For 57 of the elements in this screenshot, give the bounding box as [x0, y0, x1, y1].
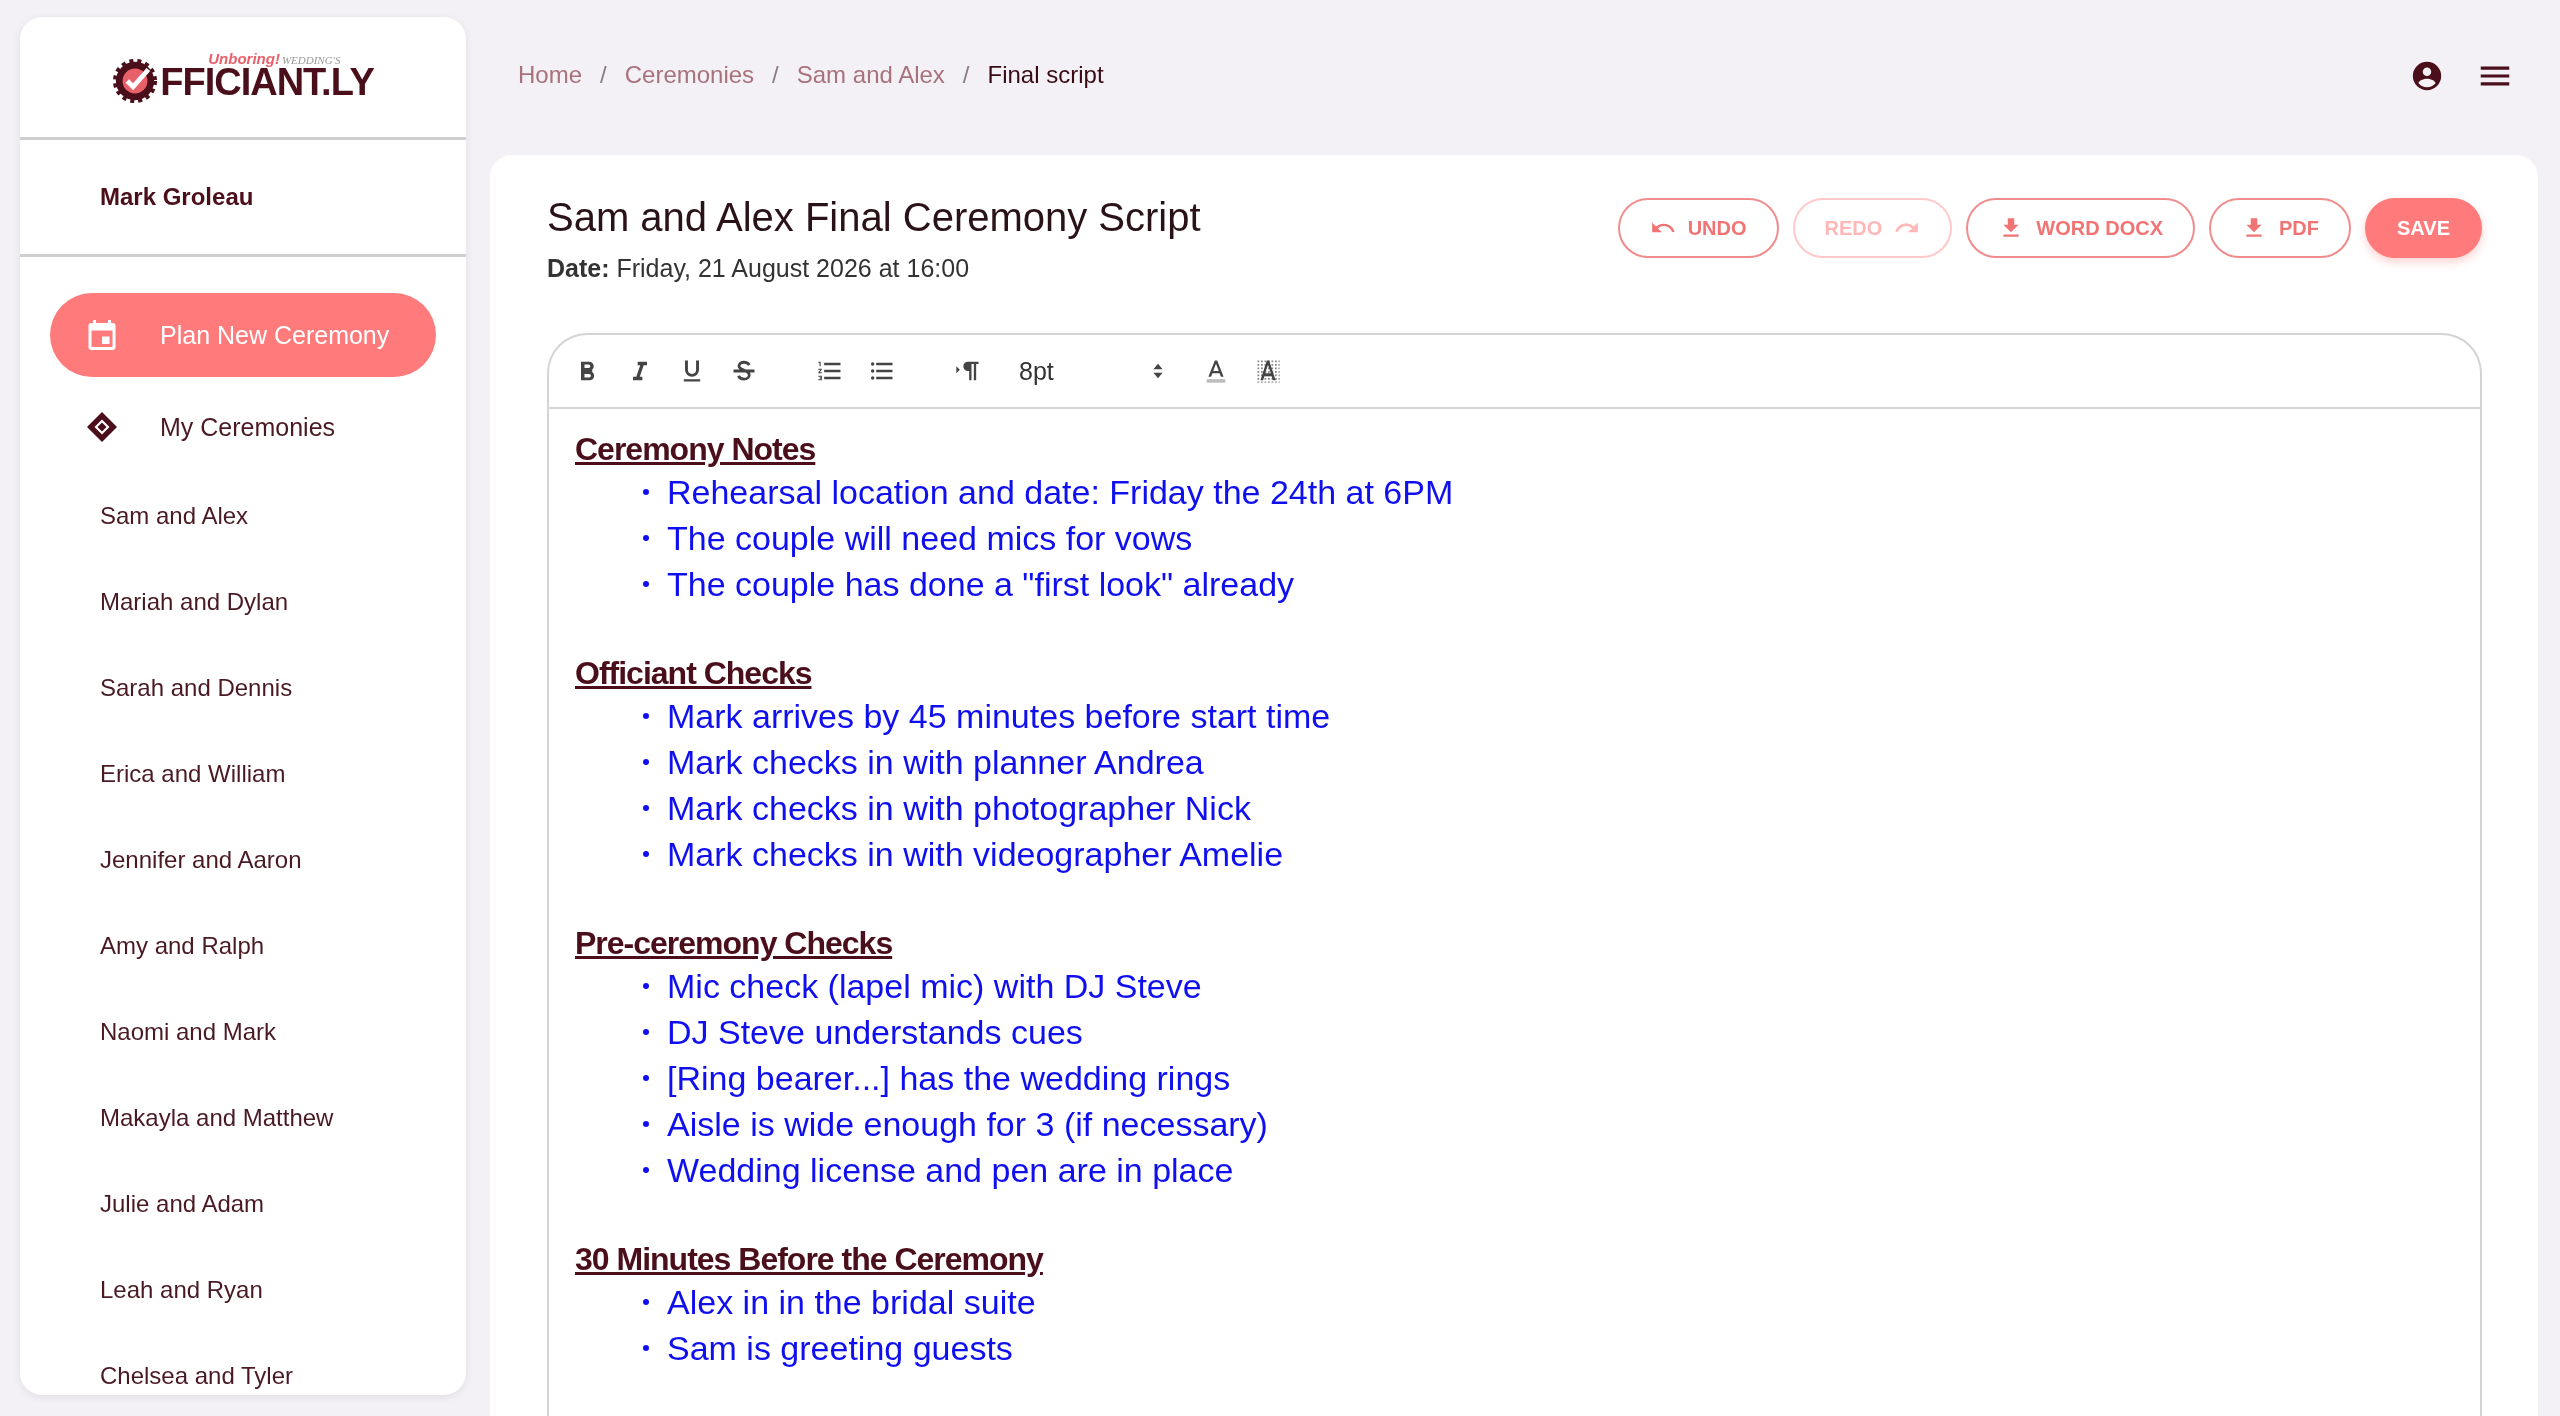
list-item-text: Mark arrives by 45 minutes before start time — [667, 696, 1331, 737]
list-item-text: Wedding license and pen are in place — [667, 1150, 1234, 1191]
ceremony-link[interactable]: Naomi and Mark — [100, 989, 466, 1075]
list-item-text: The couple has done a "first look" already — [667, 564, 1295, 605]
bullet-icon — [643, 759, 649, 765]
ceremony-link[interactable]: Sarah and Dennis — [100, 645, 466, 731]
document-title: Sam and Alex Final Ceremony Script — [547, 195, 1201, 240]
ceremony-link[interactable]: Mariah and Dylan — [100, 559, 466, 645]
ceremony-link[interactable]: Sam and Alex — [100, 473, 466, 559]
bullet-icon — [643, 581, 649, 587]
list-item-text: Mark checks in with videographer Amelie — [667, 834, 1284, 875]
breadcrumb-link[interactable]: Final script — [987, 61, 1104, 89]
ceremony-link[interactable]: Makayla and Matthew — [100, 1075, 466, 1161]
officiantly-logo: Unboring!WEDDING'S FFICIANT.LY — [112, 50, 374, 104]
bullet-icon — [643, 983, 649, 989]
list-item-text: Mark checks in with planner Andrea — [667, 742, 1204, 783]
bullet-icon — [643, 1121, 649, 1127]
list-item-text: Aisle is wide enough for 3 (if necessary) — [667, 1104, 1268, 1145]
ceremony-link[interactable]: Leah and Ryan — [100, 1247, 466, 1333]
breadcrumb-separator: / — [772, 61, 779, 89]
bullet-icon — [643, 713, 649, 719]
list-item-text: Alex in in the bridal suite — [667, 1282, 1036, 1323]
highlight-color-icon — [1254, 357, 1282, 385]
ceremony-link[interactable]: Jennifer and Aaron — [100, 817, 466, 903]
document-date: Date: Friday, 21 August 2026 at 16:00 — [547, 254, 971, 283]
section-heading: Ceremony Notes — [575, 430, 817, 469]
section-heading: Pre-ceremony Checks — [575, 924, 894, 963]
list-item-text: Rehearsal location and date: Friday the 24th at 6PM — [667, 472, 1454, 513]
section-heading: 30 Minutes Before the Ceremony — [575, 1240, 1045, 1279]
list-item-text: [Ring bearer...] has the wedding rings — [667, 1058, 1231, 1099]
font-size-select[interactable]: 8pt — [1019, 356, 1169, 386]
bullet-icon — [643, 535, 649, 541]
bullet-icon — [643, 489, 649, 495]
ceremony-link[interactable]: Julie and Adam — [100, 1161, 466, 1247]
ceremony-link[interactable]: Chelsea and Tyler — [100, 1333, 466, 1395]
bullet-icon — [643, 1345, 649, 1351]
bullet-icon — [643, 1167, 649, 1173]
nav-item[interactable]: My Ceremonies — [50, 385, 436, 469]
ceremony-link[interactable]: Erica and William — [100, 731, 466, 817]
bullet-icon — [643, 1029, 649, 1035]
rich-text-editor[interactable] — [547, 333, 2482, 1416]
list-item-text: Mic check (lapel mic) with DJ Steve — [667, 966, 1202, 1007]
section-heading: Officiant Checks — [575, 654, 813, 693]
breadcrumb-separator: / — [600, 61, 607, 89]
ceremony-link[interactable]: Amy and Ralph — [100, 903, 466, 989]
list-item-text: Mark checks in with photographer Nick — [667, 788, 1251, 829]
breadcrumb-separator: / — [962, 61, 970, 89]
user-name: Mark Groleau — [100, 183, 254, 211]
list-item-text: Sam is greeting guests — [667, 1328, 1013, 1369]
bullet-icon — [643, 1075, 649, 1081]
list-item-text: The couple will need mics for vows — [667, 518, 1193, 559]
bullet-icon — [643, 805, 649, 811]
bullet-icon — [643, 851, 649, 857]
list-item-text: DJ Steve understands cues — [667, 1012, 1083, 1053]
account-icon[interactable] — [2410, 59, 2444, 93]
bullet-icon — [643, 1299, 649, 1305]
gear-check-icon — [112, 58, 159, 104]
